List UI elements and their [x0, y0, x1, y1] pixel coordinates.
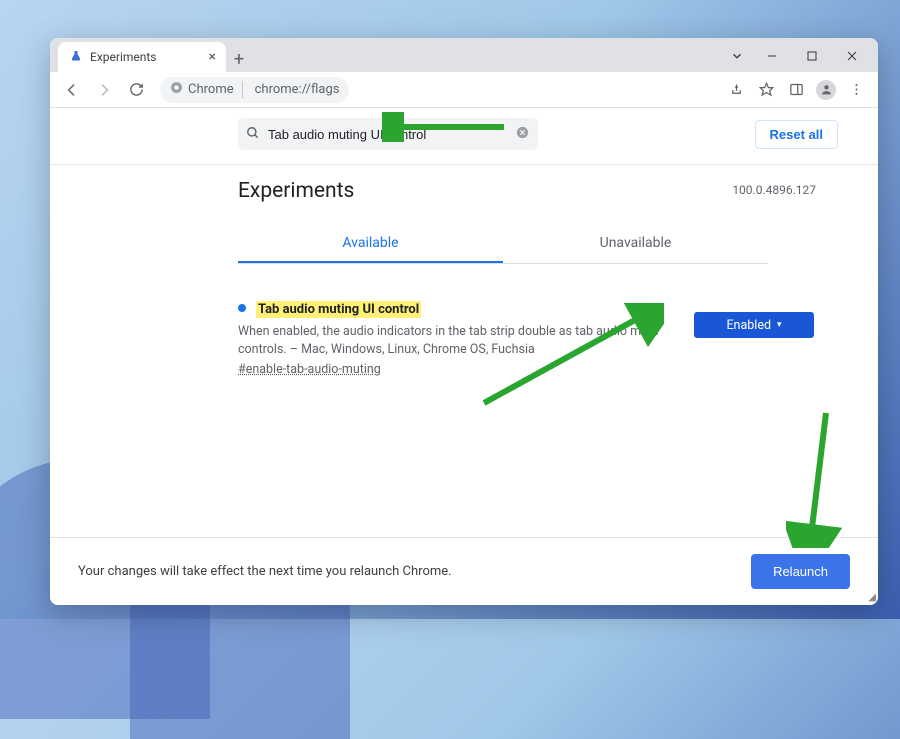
overflow-menu-icon[interactable] — [842, 76, 870, 104]
address-bar[interactable]: Chrome chrome://flags — [160, 77, 349, 103]
address-scheme: Chrome — [188, 82, 234, 97]
tab-search-chevron-icon[interactable] — [722, 44, 752, 68]
tab-title: Experiments — [90, 50, 157, 64]
clear-search-icon[interactable] — [515, 125, 530, 144]
new-tab-button[interactable]: + — [226, 46, 252, 72]
profile-avatar[interactable] — [812, 76, 840, 104]
close-window-button[interactable] — [832, 44, 872, 68]
tab-available[interactable]: Available — [238, 225, 503, 263]
version-label: 100.0.4896.127 — [732, 183, 816, 197]
search-row: Reset all — [50, 108, 878, 165]
flask-icon — [70, 50, 82, 65]
forward-button[interactable] — [90, 76, 118, 104]
close-tab-icon[interactable]: × — [209, 49, 216, 65]
window-controls — [722, 44, 872, 68]
minimize-button[interactable] — [752, 44, 792, 68]
relaunch-button[interactable]: Relaunch — [751, 554, 850, 589]
flag-state-dropdown[interactable]: Enabled ▾ — [694, 312, 814, 338]
search-box[interactable] — [238, 118, 538, 150]
resize-grip-icon: ◢ — [868, 592, 876, 603]
maximize-button[interactable] — [792, 44, 832, 68]
reset-all-button[interactable]: Reset all — [755, 120, 838, 149]
page-content: Reset all Experiments 100.0.4896.127 Ava… — [50, 108, 878, 605]
flag-description: When enabled, the audio indicators in th… — [238, 323, 670, 358]
flag-bullet-icon — [238, 304, 246, 312]
reload-button[interactable] — [122, 76, 150, 104]
bookmark-star-icon[interactable] — [752, 76, 780, 104]
page-body: Experiments 100.0.4896.127 Available Una… — [50, 165, 878, 537]
footer-bar: Your changes will take effect the next t… — [50, 537, 878, 605]
back-button[interactable] — [58, 76, 86, 104]
side-panel-icon[interactable] — [782, 76, 810, 104]
chrome-window: Experiments × + — [50, 38, 878, 605]
share-icon[interactable] — [722, 76, 750, 104]
chrome-logo-icon — [170, 81, 183, 98]
chevron-down-icon: ▾ — [777, 320, 782, 330]
tab-strip: Experiments × + — [50, 38, 878, 72]
footer-message: Your changes will take effect the next t… — [78, 564, 452, 579]
flag-state-value: Enabled — [726, 318, 771, 333]
tab-unavailable[interactable]: Unavailable — [503, 225, 768, 263]
flag-item: Tab audio muting UI control When enabled… — [238, 298, 822, 377]
search-input[interactable] — [268, 127, 507, 142]
browser-toolbar: Chrome chrome://flags — [50, 72, 878, 108]
browser-tab[interactable]: Experiments × — [58, 42, 226, 72]
flag-hash-link[interactable]: #enable-tab-audio-muting — [238, 362, 381, 377]
address-path: chrome://flags — [249, 82, 340, 97]
subtabs: Available Unavailable — [238, 225, 768, 264]
flag-title: Tab audio muting UI control — [256, 301, 421, 318]
search-icon — [246, 125, 260, 144]
